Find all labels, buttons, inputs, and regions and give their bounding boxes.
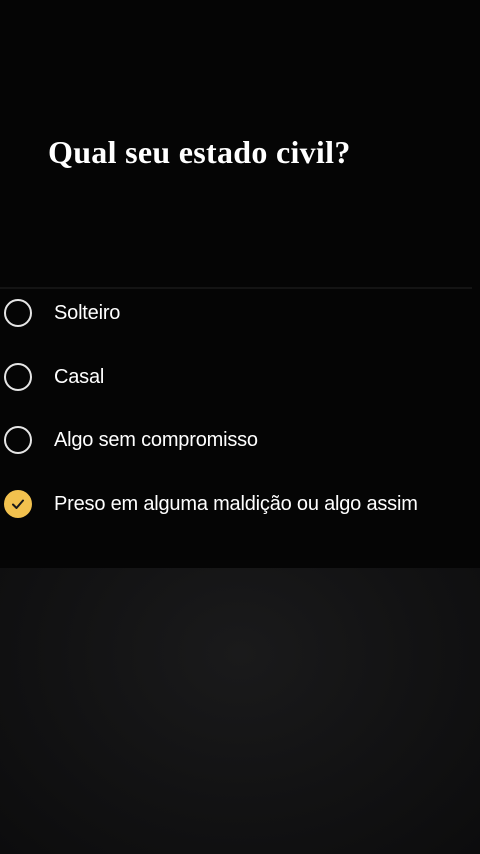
lower-area xyxy=(0,568,480,854)
option-algo-sem-compromisso[interactable]: Algo sem compromisso xyxy=(0,418,480,462)
question-title: Qual seu estado civil? xyxy=(48,134,351,170)
radio-checked-icon[interactable] xyxy=(4,490,32,518)
divider xyxy=(0,287,472,289)
option-label: Preso em alguma maldição ou algo assim xyxy=(54,492,418,515)
checkmark-icon xyxy=(12,499,24,509)
option-preso-em-maldicao[interactable]: Preso em alguma maldição ou algo assim xyxy=(0,482,480,526)
radio-unchecked-icon[interactable] xyxy=(4,299,32,327)
radio-unchecked-icon[interactable] xyxy=(4,363,32,391)
option-label: Casal xyxy=(54,365,105,388)
option-label: Algo sem compromisso xyxy=(54,428,258,451)
option-label: Solteiro xyxy=(54,301,121,324)
option-casal[interactable]: Casal xyxy=(0,355,480,399)
option-solteiro[interactable]: Solteiro xyxy=(0,291,480,335)
radio-unchecked-icon[interactable] xyxy=(4,426,32,454)
